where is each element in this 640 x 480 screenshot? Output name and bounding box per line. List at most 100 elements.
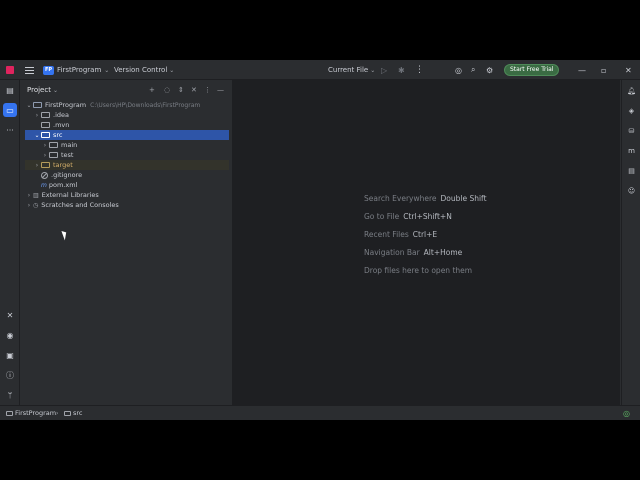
folder-icon bbox=[41, 132, 50, 138]
project-switcher[interactable]: FP FirstProgram ⌄ bbox=[43, 60, 109, 80]
chevron-right-icon[interactable]: › bbox=[41, 152, 49, 159]
module-icon bbox=[6, 410, 13, 416]
hint-shortcut: Double Shift bbox=[440, 194, 487, 203]
hint-label: Navigation Bar bbox=[364, 248, 420, 257]
tree-item-idea[interactable]: › .idea bbox=[25, 110, 229, 120]
minimize-icon[interactable]: — bbox=[578, 60, 586, 80]
debug-icon[interactable]: ✱ bbox=[398, 60, 405, 80]
editor-area[interactable]: Search Everywhere Double Shift Go to Fil… bbox=[232, 80, 620, 405]
sync-status-icon[interactable]: ◎ bbox=[623, 409, 630, 418]
tree-item-label: src bbox=[53, 131, 63, 139]
problems-icon[interactable]: ⓘ bbox=[3, 368, 17, 382]
options-icon[interactable]: ⋮ bbox=[204, 86, 211, 94]
trial-button-label: Start Free Trial bbox=[504, 64, 560, 76]
hint-label: Search Everywhere bbox=[364, 194, 437, 203]
ide-window: FP FirstProgram ⌄ Version Control ⌄ Curr… bbox=[0, 60, 640, 420]
tree-item-label: pom.xml bbox=[48, 181, 78, 189]
chevron-right-icon[interactable]: › bbox=[33, 112, 41, 119]
tree-item-main[interactable]: › main bbox=[25, 140, 229, 150]
tree-item-src[interactable]: ⌄ src bbox=[25, 130, 229, 140]
hint-shortcut: Alt+Home bbox=[423, 248, 463, 257]
more-actions-icon[interactable]: ⋮ bbox=[415, 60, 424, 80]
chevron-down-icon[interactable]: ⌄ bbox=[25, 102, 33, 109]
build-tools-icon[interactable]: ✕ bbox=[3, 308, 17, 322]
chevron-down-icon: ⌄ bbox=[104, 66, 110, 74]
maven-icon[interactable]: m bbox=[625, 144, 638, 157]
tree-item-label: Scratches and Consoles bbox=[41, 201, 119, 209]
terminal-icon[interactable]: ▣ bbox=[3, 348, 17, 362]
tree-item-root[interactable]: ⌄ FirstProgram C:\Users\HP\Downloads\Fir… bbox=[25, 100, 229, 110]
collapse-all-icon[interactable]: ✕ bbox=[191, 86, 197, 94]
expand-all-icon[interactable]: ⇕ bbox=[178, 86, 184, 94]
status-bar: FirstProgram › src ◎ bbox=[0, 405, 640, 420]
folder-icon bbox=[41, 112, 50, 118]
copilot-icon[interactable]: ☺ bbox=[625, 184, 638, 197]
tree-item-mvn[interactable]: .mvn bbox=[25, 120, 229, 130]
project-panel: Project ⌄ + ◌ ⇕ ✕ ⋮ — ⌄ FirstProgram C:\… bbox=[21, 80, 231, 405]
chevron-down-icon: ⌄ bbox=[370, 66, 376, 74]
locate-icon[interactable]: ◌ bbox=[164, 86, 170, 94]
tree-item-scratches[interactable]: › ◷ Scratches and Consoles bbox=[25, 200, 229, 210]
chevron-down-icon: ⌄ bbox=[169, 66, 175, 74]
endpoints-icon[interactable]: ▤ bbox=[625, 164, 638, 177]
project-name: FirstProgram bbox=[57, 66, 102, 74]
breadcrumb-project[interactable]: FirstProgram bbox=[6, 409, 56, 417]
project-badge: FP bbox=[43, 65, 54, 75]
more-tools-icon[interactable]: ··· bbox=[3, 123, 17, 137]
ignore-file-icon bbox=[41, 171, 48, 179]
start-free-trial-button[interactable]: Start Free Trial bbox=[504, 60, 560, 80]
hint-shortcut: Ctrl+Shift+N bbox=[403, 212, 452, 221]
module-folder-icon bbox=[33, 102, 42, 108]
maximize-icon[interactable]: ▫ bbox=[601, 60, 606, 80]
library-icon: ▥ bbox=[33, 191, 39, 199]
hint-search-everywhere: Search Everywhere Double Shift bbox=[364, 194, 487, 203]
chevron-right-icon[interactable]: › bbox=[25, 192, 33, 199]
left-tool-strip: ▤ ▭ ··· ✕ ◉ ▣ ⓘ ᛘ bbox=[0, 80, 20, 405]
tree-item-external-libraries[interactable]: › ▥ External Libraries bbox=[25, 190, 229, 200]
tree-item-label: .idea bbox=[53, 111, 69, 119]
project-folder-icon[interactable]: ▭ bbox=[3, 103, 17, 117]
code-with-me-icon[interactable]: ◎ bbox=[455, 60, 462, 80]
hint-drop-files: Drop files here to open them bbox=[364, 266, 472, 275]
settings-gear-icon[interactable]: ⚙ bbox=[486, 60, 493, 80]
close-icon[interactable]: ✕ bbox=[625, 60, 632, 80]
tree-item-label: .gitignore bbox=[51, 171, 83, 179]
hint-shortcut: Ctrl+E bbox=[412, 230, 438, 239]
tree-item-label: test bbox=[61, 151, 74, 159]
folder-icon bbox=[64, 410, 71, 416]
run-config-selector[interactable]: Current File ⌄ bbox=[328, 60, 375, 80]
version-control-widget[interactable]: Version Control ⌄ bbox=[114, 60, 174, 80]
project-view-selector[interactable]: Project ⌄ bbox=[27, 86, 58, 94]
add-icon[interactable]: + bbox=[149, 86, 155, 94]
chevron-down-icon[interactable]: ⌄ bbox=[33, 132, 41, 139]
run-icon[interactable]: ▷ bbox=[381, 60, 387, 80]
folder-icon bbox=[49, 152, 58, 158]
structure-icon[interactable]: ▤ bbox=[3, 83, 17, 97]
notifications-icon[interactable]: 🔔︎ bbox=[625, 84, 638, 97]
hint-label: Go to File bbox=[364, 212, 400, 221]
search-icon[interactable]: ⌕ bbox=[471, 60, 475, 80]
tree-item-label: main bbox=[61, 141, 78, 149]
hide-panel-icon[interactable]: — bbox=[217, 86, 224, 94]
main-menu-icon[interactable] bbox=[25, 60, 35, 80]
ai-assistant-icon[interactable]: ◈ bbox=[625, 104, 638, 117]
chevron-right-icon[interactable]: › bbox=[25, 202, 33, 209]
hint-label: Drop files here to open them bbox=[364, 266, 473, 275]
tree-item-target[interactable]: › target bbox=[25, 160, 229, 170]
run-config-label: Current File bbox=[328, 66, 369, 74]
project-path: C:\Users\HP\Downloads\FirstProgram bbox=[90, 101, 201, 109]
folder-icon bbox=[41, 122, 50, 128]
chevron-right-icon[interactable]: › bbox=[33, 162, 41, 169]
tree-item-test[interactable]: › test bbox=[25, 150, 229, 160]
breadcrumb-folder[interactable]: src bbox=[64, 409, 83, 417]
tree-item-gitignore[interactable]: .gitignore bbox=[25, 170, 229, 180]
tree-item-label: target bbox=[53, 161, 73, 169]
git-icon[interactable]: ᛘ bbox=[3, 388, 17, 402]
database-icon[interactable]: ⛁ bbox=[625, 124, 638, 137]
folder-icon bbox=[49, 142, 58, 148]
chevron-right-icon[interactable]: › bbox=[41, 142, 49, 149]
tree-item-pom[interactable]: m pom.xml bbox=[25, 180, 229, 190]
tree-item-label: External Libraries bbox=[41, 191, 99, 199]
right-tool-strip: 🔔︎ ◈ ⛁ m ▤ ☺ bbox=[621, 80, 640, 405]
services-icon[interactable]: ◉ bbox=[3, 328, 17, 342]
